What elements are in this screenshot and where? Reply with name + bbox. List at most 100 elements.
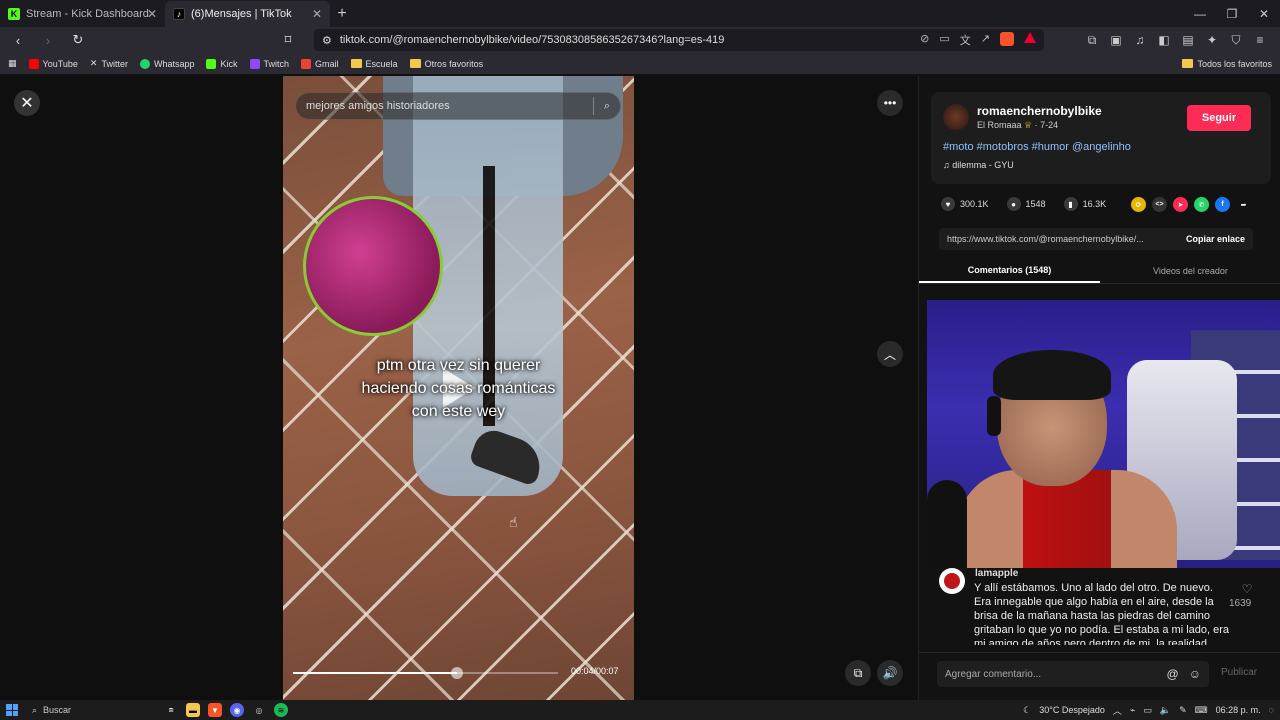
video-search-text: mejores amigos historiadores bbox=[306, 100, 450, 112]
heart-outline-icon[interactable]: ♡ bbox=[1235, 582, 1259, 596]
clock[interactable]: 06:28 p. m. bbox=[1216, 705, 1261, 715]
search-icon[interactable]: ⌕ bbox=[604, 100, 610, 113]
avatar[interactable] bbox=[939, 568, 965, 594]
comment-input[interactable]: Agregar comentario... @ ☺ bbox=[937, 661, 1209, 687]
site-info-icon[interactable]: ⚙ bbox=[322, 34, 332, 47]
comment-stat[interactable]: ● 1548 bbox=[1006, 197, 1046, 211]
music-info[interactable]: ♫ dilemma - GYU bbox=[943, 160, 1014, 170]
details-panel: romaenchernobylbike El Romaaa ♕ · 7-24 S… bbox=[918, 76, 1280, 700]
tab-tiktok[interactable]: ♪ (6)Mensajes | TikTok ✕ bbox=[165, 1, 330, 27]
whatsapp-icon[interactable]: ✆ bbox=[1194, 197, 1209, 212]
new-tab-button[interactable]: + bbox=[330, 1, 354, 27]
system-tray: ☾ 30°C Despejado ︿ ⌁ ▭ 🔈 ✎ ⌨ 06:28 p. m.… bbox=[1023, 704, 1274, 717]
creator-username[interactable]: romaenchernobylbike bbox=[977, 104, 1102, 118]
embed-icon[interactable]: <> bbox=[1152, 197, 1167, 212]
no-tracking-icon[interactable]: ⊘ bbox=[920, 32, 929, 48]
brave-shield-icon[interactable] bbox=[1000, 32, 1014, 46]
youtube-icon bbox=[28, 58, 39, 69]
close-icon[interactable]: ✕ bbox=[147, 7, 157, 21]
ai-icon[interactable]: ✦ bbox=[1204, 33, 1220, 48]
save-stat[interactable]: ▮ 16.3K bbox=[1063, 197, 1106, 211]
video-progress-bar[interactable] bbox=[293, 667, 558, 679]
sidebar-icon[interactable]: ◧ bbox=[1156, 33, 1172, 48]
bookmark-icon[interactable]: ⌑ bbox=[276, 29, 300, 51]
minimize-icon[interactable]: — bbox=[1184, 7, 1216, 21]
bookmark-kick[interactable]: Kick bbox=[206, 58, 238, 69]
windows-start-icon[interactable] bbox=[6, 704, 18, 716]
floating-player-button[interactable]: ⧉ bbox=[845, 660, 871, 686]
bookmark-otros[interactable]: Otros favoritos bbox=[409, 59, 483, 69]
video-search-bar[interactable]: mejores amigos historiadores ⌕ bbox=[295, 92, 621, 120]
bookmark-escuela[interactable]: Escuela bbox=[350, 59, 398, 69]
forward-icon[interactable]: › bbox=[36, 29, 60, 51]
keyboard-icon[interactable]: ⌨ bbox=[1195, 705, 1208, 716]
spotify-icon[interactable]: ≋ bbox=[274, 703, 288, 717]
discord-icon[interactable]: ◉ bbox=[230, 703, 244, 717]
translate-icon[interactable]: 文 bbox=[960, 32, 971, 48]
usb-icon[interactable]: ⌁ bbox=[1130, 705, 1135, 716]
music-note-icon: ♫ bbox=[943, 160, 950, 170]
video-player[interactable]: mejores amigos historiadores ⌕ ptm otra … bbox=[283, 76, 634, 700]
brave-rewards-icon[interactable] bbox=[1024, 32, 1036, 43]
bookmark-twitch[interactable]: Twitch bbox=[249, 58, 289, 69]
comment-text: Y allí estábamos. Uno al lado del otro. … bbox=[974, 582, 1230, 645]
whatsapp-icon bbox=[139, 58, 150, 69]
tab-kick-dashboard[interactable]: K Stream - Kick Dashboard ✕ bbox=[0, 1, 165, 27]
speaker-icon[interactable]: 🔈 bbox=[1160, 705, 1171, 716]
bookmark-youtube[interactable]: YouTube bbox=[28, 58, 78, 69]
reload-icon[interactable]: ↻ bbox=[66, 29, 90, 51]
tab-comments[interactable]: Comentarios (1548) bbox=[919, 258, 1100, 283]
apps-icon[interactable]: ▦ bbox=[8, 58, 17, 69]
bookmark-twitter[interactable]: ✕ Twitter bbox=[90, 58, 128, 69]
repost-icon[interactable]: ⟳ bbox=[1131, 197, 1146, 212]
mention-icon[interactable]: @ bbox=[1167, 667, 1179, 681]
wallet2-icon[interactable]: ▤ bbox=[1180, 33, 1196, 48]
copy-link-button[interactable]: Copiar enlace bbox=[1186, 234, 1245, 244]
more-options-button[interactable]: ••• bbox=[877, 90, 903, 116]
video-link-box: https://www.tiktok.com/@romaenchernobylb… bbox=[939, 228, 1253, 250]
close-video-button[interactable]: ✕ bbox=[14, 90, 40, 116]
previous-video-button[interactable]: ︿ bbox=[877, 341, 903, 367]
facebook-icon[interactable]: f bbox=[1215, 197, 1230, 212]
task-view-icon[interactable]: ⧈ bbox=[164, 703, 178, 717]
close-icon[interactable]: ✕ bbox=[312, 7, 322, 21]
menu-icon[interactable]: ≡ bbox=[1252, 33, 1268, 48]
comment-username[interactable]: lamapple bbox=[975, 568, 1018, 579]
chevron-up-icon[interactable]: ︿ bbox=[1113, 704, 1122, 717]
obs-icon[interactable]: ◎ bbox=[252, 703, 266, 717]
extensions-icon[interactable]: ⧉ bbox=[1084, 33, 1100, 48]
notification-icon[interactable]: ◌ bbox=[1269, 705, 1274, 715]
progress-knob[interactable] bbox=[451, 667, 464, 679]
send-icon[interactable]: ➤ bbox=[1173, 197, 1188, 212]
network-icon[interactable]: ▭ bbox=[1143, 705, 1152, 716]
address-bar[interactable]: ⚙ tiktok.com/@romaenchernobylbike/video/… bbox=[314, 29, 1044, 51]
wallet-icon[interactable]: ▣ bbox=[1108, 33, 1124, 48]
hashtags[interactable]: #moto #motobros #humor @angelinho bbox=[943, 141, 1131, 153]
bookmark-icon: ▮ bbox=[1063, 197, 1078, 211]
cast-icon[interactable]: ▭ bbox=[939, 32, 949, 48]
taskbar-search[interactable]: ⌕ Buscar bbox=[26, 702, 156, 718]
tab-creator-videos[interactable]: Videos del creador bbox=[1100, 258, 1280, 283]
weather-text[interactable]: 30°C Despejado bbox=[1039, 705, 1105, 715]
music-icon[interactable]: ♫ bbox=[1132, 33, 1148, 48]
restore-icon[interactable]: ❐ bbox=[1216, 7, 1248, 21]
brave-icon[interactable]: ▼ bbox=[208, 703, 222, 717]
follow-button[interactable]: Seguir bbox=[1187, 105, 1251, 131]
bookmark-gmail[interactable]: Gmail bbox=[301, 58, 339, 69]
back-icon[interactable]: ‹ bbox=[6, 29, 30, 51]
bookmark-all[interactable]: Todos los favoritos bbox=[1182, 59, 1272, 69]
emoji-icon[interactable]: ☺ bbox=[1189, 667, 1201, 681]
like-stat[interactable]: ♥ 300.1K bbox=[941, 197, 989, 211]
vpn-icon[interactable]: ⛉ bbox=[1228, 33, 1244, 48]
file-explorer-icon[interactable]: ▬ bbox=[186, 703, 200, 717]
avatar[interactable] bbox=[943, 104, 969, 130]
kick-icon bbox=[206, 58, 217, 69]
close-window-icon[interactable]: ✕ bbox=[1248, 7, 1280, 21]
volume-icon[interactable]: 🔊 bbox=[877, 660, 903, 686]
video-frame-helmet bbox=[303, 196, 443, 336]
share-arrow-icon[interactable]: ➦ bbox=[1236, 197, 1251, 212]
share-icon[interactable]: ↗ bbox=[981, 32, 990, 48]
pen-icon[interactable]: ✎ bbox=[1179, 705, 1187, 716]
bookmark-whatsapp[interactable]: Whatsapp bbox=[139, 58, 194, 69]
publish-button[interactable]: Publicar bbox=[1221, 667, 1257, 678]
